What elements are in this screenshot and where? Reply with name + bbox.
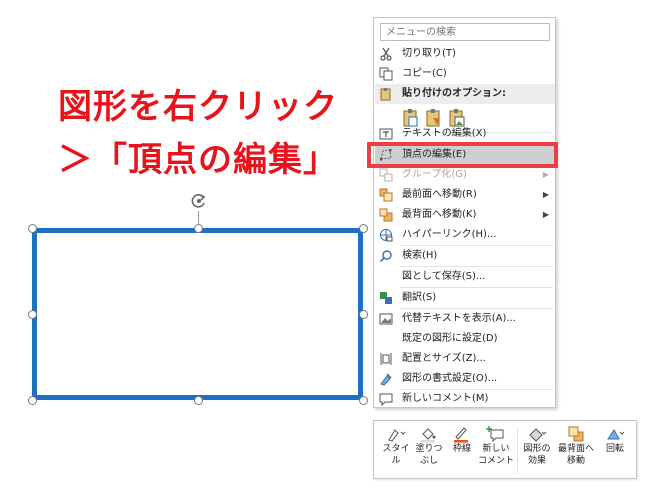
highlight-box-edit-points xyxy=(367,142,558,168)
menu-item-label: 図として保存(S)... xyxy=(402,271,486,282)
menu-item-edit-text[interactable]: テキストの編集(X) xyxy=(375,124,555,144)
menu-item-label: 検索(H) xyxy=(402,250,438,261)
menu-item-label: 最背面へ移動(K) xyxy=(402,209,477,220)
menu-item-view-alt-text[interactable]: 代替テキストを表示(A)... xyxy=(375,309,555,329)
mini-toolbar: スタイ ル 塗りつ ぶし 枠線 新しい コメント 図形の 効果 最背面へ 移動 … xyxy=(373,420,637,479)
new-comment-icon xyxy=(486,426,504,443)
menu-item-label: テキストの編集(X) xyxy=(402,128,487,139)
comment-icon xyxy=(379,393,393,406)
paint-bucket-icon xyxy=(421,428,436,443)
new-comment-button[interactable]: 新しい コメント xyxy=(478,425,514,467)
context-menu: 切り取り(T) コピー(C) 貼り付けのオプション: xyxy=(373,17,556,408)
link-icon xyxy=(380,229,393,242)
rotate-handle-icon[interactable] xyxy=(190,192,208,210)
resize-handle-bottom-left[interactable] xyxy=(28,396,37,405)
menu-item-cut[interactable]: 切り取り(T) xyxy=(375,44,555,64)
send-to-back-button[interactable]: 最背面へ 移動 xyxy=(555,425,597,467)
send-back-icon xyxy=(568,426,584,442)
menu-item-save-as-picture[interactable]: 図として保存(S)... xyxy=(375,267,555,287)
pen-outline-icon xyxy=(454,427,468,443)
menu-item-set-as-default-shape[interactable]: 既定の図形に設定(D) xyxy=(375,329,555,349)
menu-item-send-to-back[interactable]: 最背面へ移動(K) ▶ xyxy=(375,205,555,225)
menu-item-label: 既定の図形に設定(D) xyxy=(402,333,498,344)
resize-handle-top-left[interactable] xyxy=(28,224,37,233)
menu-item-bring-to-front[interactable]: 最前面へ移動(R) ▶ xyxy=(375,185,555,205)
new-comment-label-2: コメント xyxy=(478,456,515,466)
outline-button-label: 枠線 xyxy=(452,444,471,454)
menu-item-search[interactable]: 検索(H) xyxy=(375,246,555,266)
resize-handle-bottom-right[interactable] xyxy=(359,396,368,405)
fill-button-label-2: ぶし xyxy=(419,456,438,466)
style-button-label-1: スタイ xyxy=(382,444,410,454)
group-icon xyxy=(379,168,393,182)
menu-item-label: 切り取り(T) xyxy=(402,48,456,59)
menu-item-new-comment[interactable]: 新しいコメント(M) xyxy=(375,389,555,409)
menu-item-group[interactable]: グループ化(G) ▶ xyxy=(375,165,555,185)
search-icon xyxy=(379,250,392,263)
resize-handle-bottom[interactable] xyxy=(194,396,203,405)
menu-item-copy[interactable]: コピー(C) xyxy=(375,64,555,84)
shape-effects-label-2: 効果 xyxy=(527,456,546,466)
menu-item-size-and-position[interactable]: 配置とサイズ(Z)... xyxy=(375,349,555,369)
menu-item-format-shape[interactable]: 図形の書式設定(O)... xyxy=(375,369,555,389)
menu-item-label: 貼り付けのオプション: xyxy=(402,88,506,99)
send-to-back-label-2: 移動 xyxy=(566,456,585,466)
menu-item-label: ハイパーリンク(H)... xyxy=(402,229,497,240)
menu-item-label: 代替テキストを表示(A)... xyxy=(402,313,516,324)
fill-button-label-1: 塗りつ xyxy=(415,444,443,454)
style-button-label-2: ル xyxy=(391,456,401,466)
fill-button[interactable]: 塗りつ ぶし xyxy=(414,425,444,467)
shape-style-icon xyxy=(388,429,406,442)
menu-item-hyperlink[interactable]: ハイパーリンク(H)... xyxy=(375,225,555,245)
rotate-button[interactable]: 回転 xyxy=(600,425,630,455)
menu-item-label: 新しいコメント(M) xyxy=(402,393,489,404)
send-to-back-label-1: 最背面へ xyxy=(557,444,594,454)
paste-options-icon xyxy=(380,88,391,101)
menu-item-translate[interactable]: 翻訳(S) xyxy=(375,288,555,308)
alt-text-icon xyxy=(379,313,393,325)
format-shape-icon xyxy=(380,373,392,386)
menu-search-input[interactable] xyxy=(380,23,550,41)
rotate-label: 回転 xyxy=(605,444,624,454)
send-back-icon xyxy=(379,208,393,222)
menu-item-label: 図形の書式設定(O)... xyxy=(402,373,498,384)
copy-icon xyxy=(379,67,393,81)
menu-item-label: 配置とサイズ(Z)... xyxy=(402,353,486,364)
selected-rectangle-shape[interactable] xyxy=(32,228,363,400)
rotate-icon xyxy=(607,429,625,440)
new-comment-label-1: 新しい xyxy=(482,444,510,454)
bring-front-icon xyxy=(379,188,393,202)
shape-effects-button[interactable]: 図形の 効果 xyxy=(520,425,554,467)
outline-button[interactable]: 枠線 xyxy=(448,425,476,455)
translate-icon xyxy=(380,292,392,304)
shape-effects-label-1: 図形の xyxy=(523,444,551,454)
menu-item-label: グループ化(G) xyxy=(402,169,467,180)
caption-line-2: ＞「頂点の編集」 xyxy=(58,140,338,180)
resize-handle-right[interactable] xyxy=(359,310,368,319)
submenu-arrow-icon: ▶ xyxy=(542,190,549,199)
size-position-icon xyxy=(380,353,392,365)
submenu-arrow-icon: ▶ xyxy=(542,170,549,179)
menu-item-label: 翻訳(S) xyxy=(402,292,437,303)
caption-line-1: 図形を右クリック xyxy=(58,87,338,127)
style-button[interactable]: スタイ ル xyxy=(382,425,410,467)
scissors-icon xyxy=(380,47,392,61)
text-edit-icon xyxy=(379,128,393,140)
menu-item-label: 最前面へ移動(R) xyxy=(402,189,477,200)
resize-handle-left[interactable] xyxy=(28,310,37,319)
menu-item-paste-options-header: 貼り付けのオプション: xyxy=(375,84,555,104)
submenu-arrow-icon: ▶ xyxy=(542,210,549,219)
shape-effects-icon xyxy=(529,428,547,442)
resize-handle-top[interactable] xyxy=(194,224,203,233)
resize-handle-top-right[interactable] xyxy=(359,224,368,233)
menu-item-label: コピー(C) xyxy=(402,68,447,79)
